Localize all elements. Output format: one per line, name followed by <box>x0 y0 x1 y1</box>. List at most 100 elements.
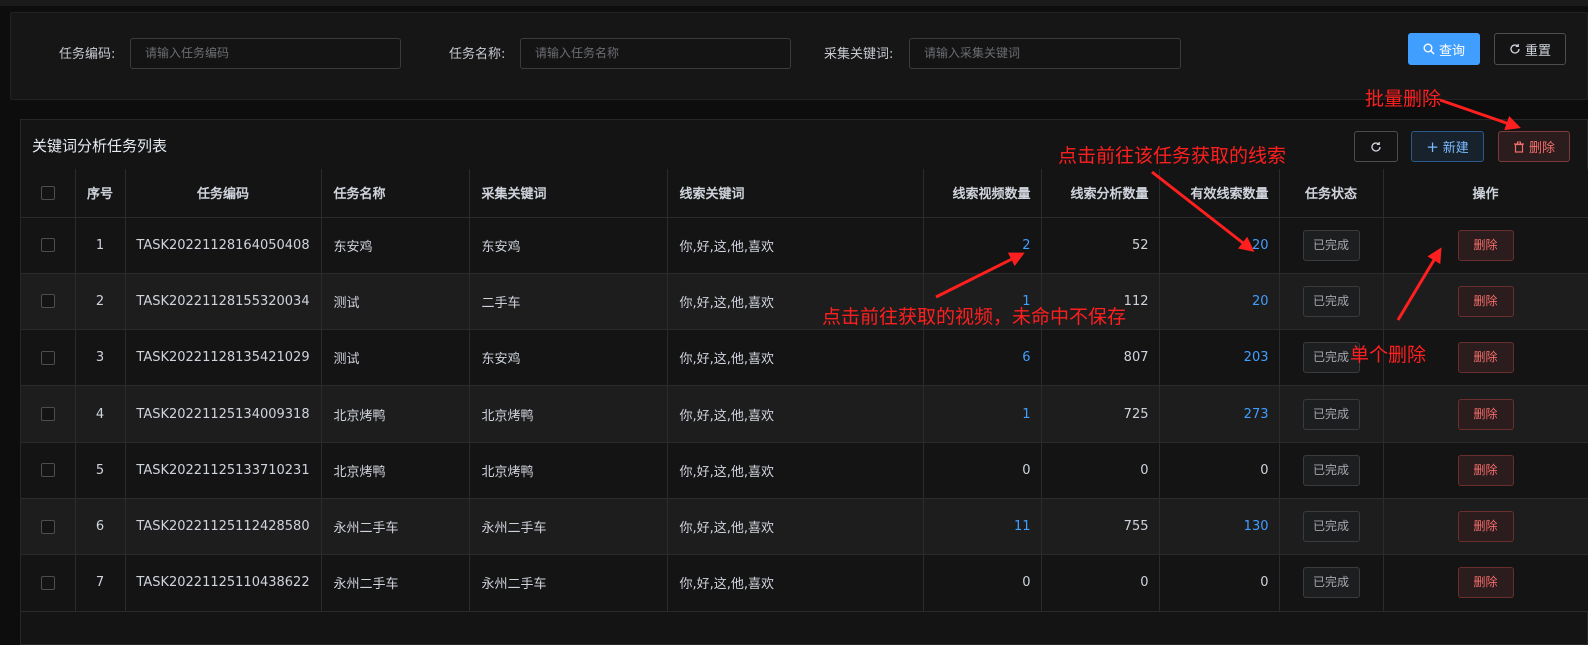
row-valid-count: 0 <box>1159 554 1280 612</box>
table-header-row: 序号 任务编码 任务名称 采集关键词 线索关键词 线索视频数量 线索分析数量 有… <box>21 169 1588 218</box>
table-row: 5 TASK20221125133710231 北京烤鸭 北京烤鸭 你,好,这,… <box>21 442 1588 499</box>
table-row: 1 TASK20221128164050408 东安鸡 东安鸡 你,好,这,他,… <box>21 217 1588 274</box>
row-valid-count-link[interactable]: 20 <box>1159 273 1280 331</box>
row-task-name: 测试 <box>321 329 470 387</box>
row-valid-count: 0 <box>1159 442 1280 499</box>
row-valid-count-link[interactable]: 20 <box>1159 217 1280 274</box>
row-keyword: 永州二手车 <box>469 554 668 612</box>
task-code-label: 任务编码: <box>59 47 116 62</box>
row-task-name: 北京烤鸭 <box>321 385 470 443</box>
row-select-cell[interactable] <box>21 217 76 274</box>
row-delete-button[interactable]: 删除 <box>1457 567 1514 599</box>
task-code-input[interactable]: 请输入任务编码 <box>130 38 401 69</box>
row-delete-button[interactable]: 删除 <box>1457 398 1514 430</box>
task-table: 序号 任务编码 任务名称 采集关键词 线索关键词 线索视频数量 线索分析数量 有… <box>21 169 1588 612</box>
row-index: 6 <box>75 498 126 556</box>
keyword-input[interactable]: 请输入采集关键词 <box>909 38 1181 69</box>
query-label: 查询 <box>1438 43 1465 59</box>
row-task-code: TASK20221125110438622 <box>125 554 322 612</box>
row-video-count-link[interactable]: 2 <box>923 217 1042 274</box>
row-valid-count-link[interactable]: 130 <box>1159 498 1280 556</box>
row-clue-keyword: 你,好,这,他,喜欢 <box>667 217 924 274</box>
col-header-index: 序号 <box>75 169 126 218</box>
reset-button[interactable]: 重置 <box>1494 33 1566 65</box>
status-badge: 已完成 <box>1302 454 1360 486</box>
row-analysis-count: 755 <box>1041 498 1160 556</box>
col-header-valid-count: 有效线索数量 <box>1159 169 1280 218</box>
annotation-batch-delete: 批量删除 <box>1365 88 1442 110</box>
row-checkbox[interactable] <box>40 463 55 478</box>
row-task-name: 东安鸡 <box>321 217 470 274</box>
row-task-name: 北京烤鸭 <box>321 442 470 499</box>
row-valid-count-link[interactable]: 203 <box>1159 329 1280 387</box>
row-valid-count-link[interactable]: 273 <box>1159 385 1280 443</box>
row-index: 3 <box>75 329 126 387</box>
row-video-count-link[interactable]: 11 <box>923 498 1042 556</box>
row-delete-button[interactable]: 删除 <box>1457 285 1514 317</box>
row-clue-keyword: 你,好,这,他,喜欢 <box>667 554 924 612</box>
row-index: 4 <box>75 385 126 443</box>
row-video-count-link[interactable]: 1 <box>923 385 1042 443</box>
row-video-count: 0 <box>923 554 1042 612</box>
status-badge: 已完成 <box>1302 229 1360 261</box>
refresh-button[interactable] <box>1354 131 1398 162</box>
col-header-video-count: 线索视频数量 <box>923 169 1042 218</box>
select-all-checkbox[interactable] <box>40 185 55 200</box>
row-delete-button[interactable]: 删除 <box>1457 342 1514 374</box>
row-delete-button[interactable]: 删除 <box>1457 454 1514 486</box>
annotation-single-delete: 单个删除 <box>1350 344 1427 366</box>
row-index: 2 <box>75 273 126 331</box>
row-checkbox[interactable] <box>40 294 55 309</box>
table-row: 6 TASK20221125112428580 永州二手车 永州二手车 你,好,… <box>21 498 1588 556</box>
status-badge: 已完成 <box>1302 567 1360 599</box>
row-checkbox[interactable] <box>40 407 55 422</box>
row-clue-keyword: 你,好,这,他,喜欢 <box>667 498 924 556</box>
col-header-keyword: 采集关键词 <box>469 169 668 218</box>
row-task-code: TASK20221128164050408 <box>125 217 322 274</box>
new-label: 新建 <box>1442 141 1469 156</box>
row-select-cell[interactable] <box>21 554 76 612</box>
row-index: 1 <box>75 217 126 274</box>
refresh-icon <box>1371 141 1381 152</box>
row-select-cell[interactable] <box>21 329 76 387</box>
row-task-code: TASK20221125134009318 <box>125 385 322 443</box>
row-status-cell: 已完成 <box>1279 273 1384 331</box>
batch-delete-button[interactable]: 删除 <box>1498 131 1570 162</box>
row-task-name: 永州二手车 <box>321 554 470 612</box>
row-checkbox[interactable] <box>40 350 55 365</box>
row-select-cell[interactable] <box>21 442 76 499</box>
refresh-icon <box>1510 44 1520 54</box>
row-delete-button[interactable]: 删除 <box>1457 229 1514 261</box>
task-name-input[interactable]: 请输入任务名称 <box>520 38 791 69</box>
row-video-count-link[interactable]: 6 <box>923 329 1042 387</box>
row-checkbox[interactable] <box>40 519 55 534</box>
status-badge: 已完成 <box>1302 285 1360 317</box>
new-button[interactable]: + 新建 <box>1411 131 1484 162</box>
row-status-cell: 已完成 <box>1279 498 1384 556</box>
row-task-name: 永州二手车 <box>321 498 470 556</box>
top-strip <box>0 0 1588 6</box>
reset-label: 重置 <box>1524 43 1551 59</box>
row-select-cell[interactable] <box>21 385 76 443</box>
row-analysis-count: 0 <box>1041 554 1160 612</box>
row-actions-cell: 删除 <box>1383 498 1588 556</box>
row-keyword: 北京烤鸭 <box>469 385 668 443</box>
row-analysis-count: 807 <box>1041 329 1160 387</box>
select-all-cell[interactable] <box>21 169 76 218</box>
row-checkbox[interactable] <box>40 575 55 590</box>
col-header-task-code: 任务编码 <box>125 169 322 218</box>
row-delete-button[interactable]: 删除 <box>1457 511 1514 543</box>
row-clue-keyword: 你,好,这,他,喜欢 <box>667 385 924 443</box>
row-select-cell[interactable] <box>21 498 76 556</box>
row-actions-cell: 删除 <box>1383 385 1588 443</box>
row-select-cell[interactable] <box>21 273 76 331</box>
row-keyword: 北京烤鸭 <box>469 442 668 499</box>
col-header-task-name: 任务名称 <box>321 169 470 218</box>
query-button[interactable]: 查询 <box>1408 33 1480 65</box>
plus-icon: + <box>1426 137 1439 156</box>
row-actions-cell: 删除 <box>1383 273 1588 331</box>
row-checkbox[interactable] <box>40 238 55 253</box>
row-analysis-count: 0 <box>1041 442 1160 499</box>
table-row: 7 TASK20221125110438622 永州二手车 永州二手车 你,好,… <box>21 554 1588 612</box>
table-row: 4 TASK20221125134009318 北京烤鸭 北京烤鸭 你,好,这,… <box>21 385 1588 443</box>
